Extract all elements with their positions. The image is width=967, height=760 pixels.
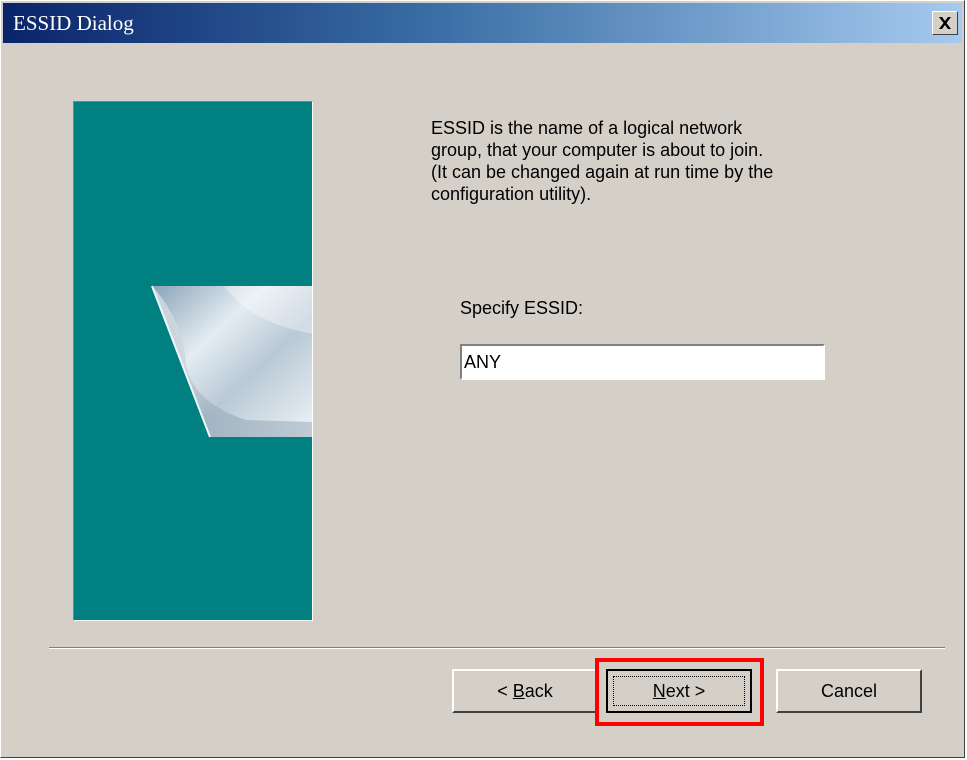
essid-input[interactable]: [460, 344, 825, 380]
page-curl-graphic: [151, 285, 312, 438]
back-button-mnemonic: B: [512, 680, 525, 701]
cancel-button[interactable]: Cancel: [776, 669, 922, 713]
wizard-side-image: [73, 101, 313, 621]
essid-label: Specify ESSID:: [460, 298, 584, 318]
back-button-prefix: <: [497, 680, 513, 701]
back-button[interactable]: < Back: [452, 669, 598, 713]
next-button[interactable]: Next >: [606, 669, 752, 713]
back-button-label: ack: [524, 680, 553, 701]
next-button-focus-rect: Next >: [613, 676, 745, 706]
next-button-mnemonic: N: [652, 680, 666, 701]
close-button[interactable]: [932, 11, 958, 35]
essid-dialog-window: ESSID Dialog ESSID is the name of a logi…: [0, 0, 965, 758]
close-icon: [939, 17, 951, 29]
window-title: ESSID Dialog: [13, 11, 134, 35]
essid-description: ESSID is the name of a logical network g…: [431, 118, 774, 204]
next-button-label: ext >: [665, 680, 706, 701]
button-separator: [49, 647, 945, 649]
title-bar[interactable]: ESSID Dialog: [3, 3, 962, 43]
